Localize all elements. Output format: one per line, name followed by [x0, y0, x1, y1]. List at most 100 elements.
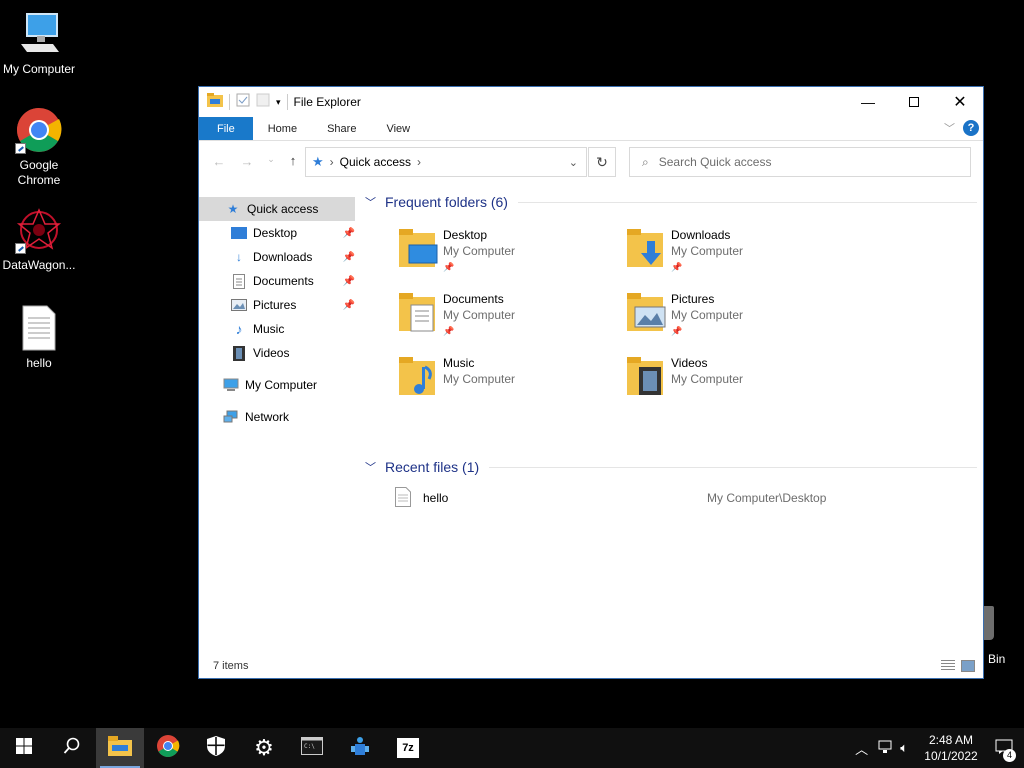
network-icon	[223, 409, 239, 425]
minimize-button[interactable]: —	[845, 87, 891, 117]
expand-ribbon-chevron-icon[interactable]: ﹀	[944, 120, 955, 136]
action-center-button[interactable]: 4	[984, 728, 1024, 768]
help-icon[interactable]: ?	[963, 120, 979, 136]
taskbar-file-explorer[interactable]	[96, 728, 144, 768]
tab-home[interactable]: Home	[253, 117, 312, 140]
toolbar-divider	[229, 94, 230, 110]
nav-item-music[interactable]: ♪ Music	[199, 317, 359, 341]
recent-file-row[interactable]: hello My Computer\Desktop	[361, 486, 977, 510]
properties-icon[interactable]	[236, 93, 250, 112]
close-button[interactable]: ✕	[937, 87, 983, 117]
downloads-arrow-icon: ↓	[236, 250, 242, 264]
large-icons-view-icon[interactable]	[961, 660, 975, 672]
text-file-icon	[15, 304, 63, 352]
group-title: Frequent folders (6)	[385, 194, 508, 210]
nav-item-downloads[interactable]: ↓ Downloads 📌	[199, 245, 359, 269]
folder-location: My Computer	[443, 372, 516, 386]
address-row: ← → ⌄ ↑ ★ › Quick access › ⌄ ↻ ⌕ Search …	[199, 141, 983, 183]
address-dropdown-icon[interactable]: ⌄	[569, 156, 578, 169]
volume-icon[interactable]: 🔈︎	[900, 740, 908, 756]
maximize-button[interactable]	[891, 87, 937, 117]
nav-item-pictures[interactable]: Pictures 📌	[199, 293, 359, 317]
nav-item-videos[interactable]: Videos	[199, 341, 359, 365]
desktop-icon-recycle-bin[interactable]: Bin	[980, 606, 1024, 666]
nav-item-label: Videos	[253, 346, 290, 360]
chrome-icon	[156, 734, 180, 763]
details-view-icon[interactable]	[941, 660, 955, 672]
folder-name: Desktop	[443, 228, 488, 242]
desktop-icon-hello[interactable]: hello	[0, 304, 78, 371]
taskbar-chrome[interactable]	[144, 728, 192, 768]
back-button[interactable]: ←	[207, 154, 231, 169]
recent-files-header[interactable]: ﹀ Recent files (1)	[361, 452, 977, 482]
folder-tile-pictures[interactable]: Pictures My Computer 📌	[625, 291, 845, 351]
folder-tile-videos[interactable]: Videos My Computer	[625, 355, 845, 415]
navigation-pane: ★ Quick access Desktop 📌 ↓ Downloads 📌 D…	[199, 197, 359, 429]
refresh-button[interactable]: ↻	[588, 147, 616, 177]
recent-file-path: My Computer\Desktop	[707, 491, 827, 505]
nav-item-documents[interactable]: Documents 📌	[199, 269, 359, 293]
desktop-folder-icon	[397, 227, 441, 275]
gear-icon: ⚙	[254, 735, 274, 760]
taskbar-search-button[interactable]	[48, 728, 96, 768]
terminal-icon: C:\	[301, 736, 323, 760]
tab-view[interactable]: View	[371, 117, 425, 140]
videos-folder-icon	[625, 355, 669, 403]
tab-share[interactable]: Share	[312, 117, 371, 140]
breadcrumb-quick-access[interactable]: Quick access	[340, 155, 411, 169]
window-controls: — ✕	[845, 87, 983, 117]
tab-file[interactable]: File	[199, 117, 253, 140]
up-button[interactable]: ↑	[281, 153, 305, 168]
show-hidden-icons-icon[interactable]: ︿	[855, 739, 868, 758]
title-bar[interactable]: ▾ File Explorer — ✕	[199, 87, 983, 117]
pin-icon: 📌	[671, 326, 683, 336]
status-item-count: 7 items	[213, 660, 249, 672]
folder-tile-desktop[interactable]: Desktop My Computer 📌	[397, 227, 617, 287]
nav-item-desktop[interactable]: Desktop 📌	[199, 221, 359, 245]
folder-tile-downloads[interactable]: Downloads My Computer 📌	[625, 227, 845, 287]
clock[interactable]: 2:48 AM 10/1/2022	[918, 732, 984, 764]
recent-locations-button[interactable]: ⌄	[259, 154, 283, 165]
frequent-folders-header[interactable]: ﹀ Frequent folders (6)	[361, 187, 977, 217]
forward-button[interactable]: →	[235, 154, 259, 169]
nav-item-label: Pictures	[253, 298, 297, 312]
desktop-icon-google-chrome[interactable]: Google Chrome	[0, 106, 78, 188]
breadcrumb-chevron-icon[interactable]: ›	[417, 155, 421, 169]
taskbar-terminal[interactable]: C:\	[288, 728, 336, 768]
nav-item-my-computer[interactable]: My Computer	[199, 373, 359, 397]
new-folder-icon[interactable]	[256, 93, 270, 112]
taskbar-settings[interactable]: ⚙	[240, 728, 288, 768]
nav-item-network[interactable]: Network	[199, 405, 359, 429]
folder-name: Documents	[443, 292, 504, 306]
nav-item-label: Documents	[253, 274, 314, 288]
taskbar-7zip[interactable]: 7z	[384, 728, 432, 768]
music-folder-icon	[397, 355, 441, 403]
chevron-down-icon: ⌄	[267, 154, 275, 164]
taskbar-windows-security[interactable]	[192, 728, 240, 768]
downloads-folder-icon	[625, 227, 669, 275]
notification-count-badge: 4	[1003, 749, 1016, 762]
desktop-icon-my-computer[interactable]: My Computer	[0, 10, 78, 77]
computer-icon	[223, 377, 239, 393]
folder-name: Music	[443, 356, 475, 370]
address-bar[interactable]: ★ › Quick access › ⌄	[305, 147, 587, 177]
minimize-icon: —	[861, 94, 875, 110]
folder-tile-documents[interactable]: Documents My Computer 📌	[397, 291, 617, 351]
group-divider	[489, 466, 977, 468]
documents-icon	[231, 273, 247, 289]
customize-toolbar-chevron-icon[interactable]: ▾	[276, 97, 281, 108]
search-input[interactable]: ⌕ Search Quick access	[629, 147, 971, 177]
svg-text:C:\: C:\	[304, 743, 315, 750]
toolbar-divider	[286, 94, 288, 110]
network-icon[interactable]	[878, 740, 894, 757]
clock-time: 2:48 AM	[928, 733, 974, 747]
start-button[interactable]	[0, 728, 48, 768]
taskbar-app[interactable]	[336, 728, 384, 768]
folder-tile-music[interactable]: Music My Computer	[397, 355, 617, 415]
text-file-icon	[395, 486, 411, 510]
folder-name: Downloads	[671, 228, 731, 242]
desktop-icon-datawagon[interactable]: DataWagon...	[0, 206, 78, 273]
shortcut-arrow-icon	[15, 243, 26, 254]
desktop-icon-label: Google Chrome	[17, 158, 61, 187]
nav-item-quick-access[interactable]: ★ Quick access	[199, 197, 355, 221]
